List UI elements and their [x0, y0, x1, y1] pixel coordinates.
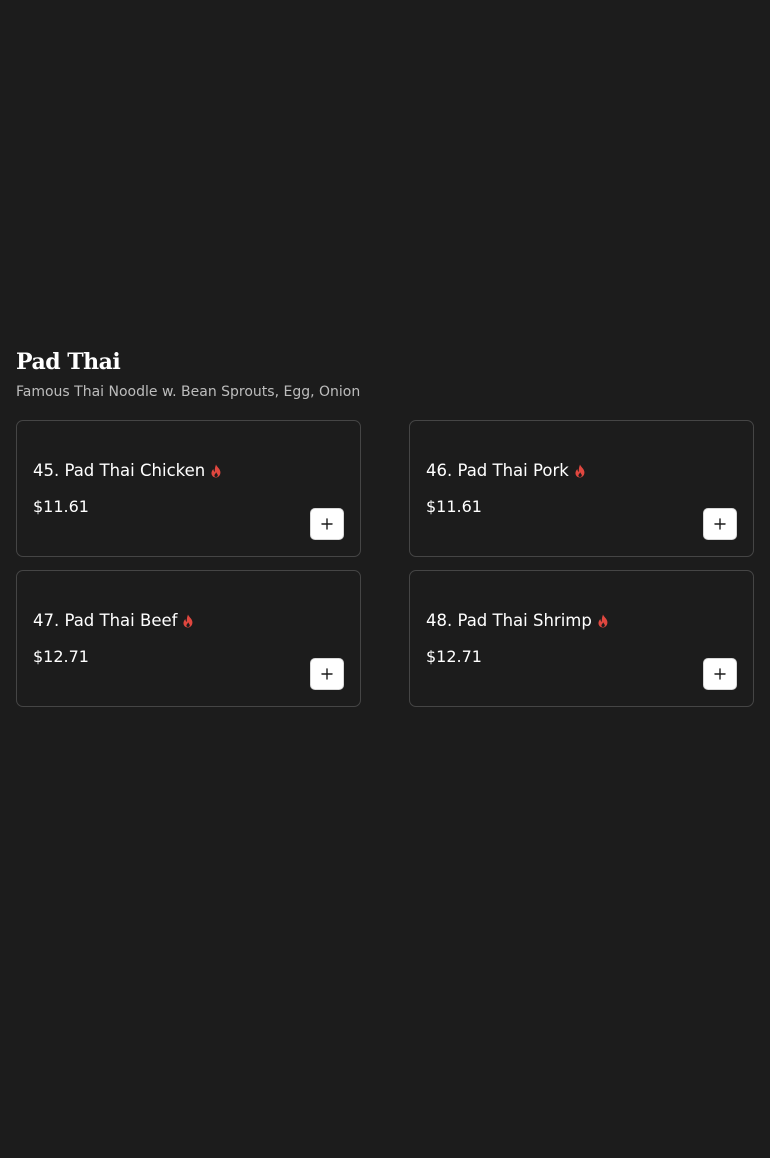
- menu-item-price: $12.71: [426, 647, 482, 666]
- flame-icon: [598, 614, 608, 628]
- menu-item-title: 46. Pad Thai Pork: [426, 460, 586, 482]
- menu-items-grid: 45. Pad Thai Chicken $11.61 46. Pad Thai…: [16, 420, 754, 707]
- menu-item-name: 48. Pad Thai Shrimp: [426, 611, 592, 630]
- add-to-cart-button[interactable]: [310, 658, 344, 690]
- menu-item-price: $11.61: [426, 497, 482, 516]
- flame-icon: [575, 464, 585, 478]
- plus-icon: [714, 518, 726, 530]
- menu-section-pad-thai: Pad Thai Famous Thai Noodle w. Bean Spro…: [16, 346, 754, 707]
- menu-item-price: $11.61: [33, 497, 89, 516]
- add-to-cart-button[interactable]: [703, 508, 737, 540]
- flame-icon: [183, 614, 193, 628]
- plus-icon: [714, 668, 726, 680]
- plus-icon: [321, 518, 333, 530]
- menu-item-card[interactable]: 45. Pad Thai Chicken $11.61: [16, 420, 361, 557]
- menu-item-title: 47. Pad Thai Beef: [33, 610, 194, 632]
- add-to-cart-button[interactable]: [703, 658, 737, 690]
- add-to-cart-button[interactable]: [310, 508, 344, 540]
- menu-item-name: 47. Pad Thai Beef: [33, 611, 178, 630]
- menu-page: Pad Thai Famous Thai Noodle w. Bean Spro…: [0, 0, 770, 1158]
- menu-item-title: 45. Pad Thai Chicken: [33, 460, 222, 482]
- menu-item-title: 48. Pad Thai Shrimp: [426, 610, 609, 632]
- menu-item-card[interactable]: 46. Pad Thai Pork $11.61: [409, 420, 754, 557]
- menu-item-card[interactable]: 48. Pad Thai Shrimp $12.71: [409, 570, 754, 707]
- menu-item-price: $12.71: [33, 647, 89, 666]
- plus-icon: [321, 668, 333, 680]
- section-subtitle: Famous Thai Noodle w. Bean Sprouts, Egg,…: [16, 384, 361, 400]
- menu-item-name: 45. Pad Thai Chicken: [33, 461, 206, 480]
- section-title: Pad Thai: [16, 349, 121, 375]
- flame-icon: [211, 464, 221, 478]
- menu-item-card[interactable]: 47. Pad Thai Beef $12.71: [16, 570, 361, 707]
- menu-item-name: 46. Pad Thai Pork: [426, 461, 569, 480]
